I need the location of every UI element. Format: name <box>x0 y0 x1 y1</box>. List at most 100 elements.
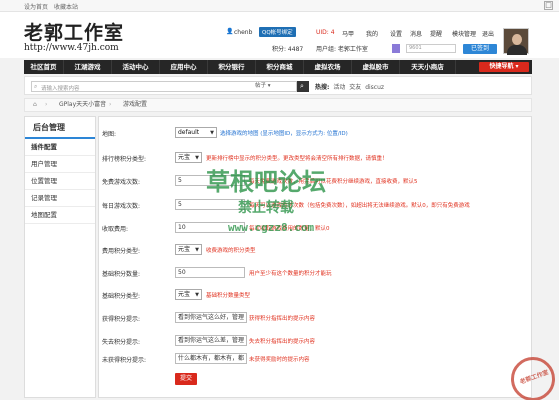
quick-nav-button[interactable]: 快捷导航 ▾ <box>479 62 529 72</box>
user-icon: 👤 <box>226 28 234 35</box>
nav-item-apps[interactable]: 应用中心 <box>160 60 208 74</box>
field-label: 费用积分类型: <box>102 248 141 255</box>
field-hint: 基础积分数量类型 <box>206 293 251 299</box>
hot-term[interactable]: 活动 <box>333 84 345 91</box>
search-icon: ⌕ <box>300 82 304 90</box>
form-row-rank-points-type: 排行榜积分类型: 元宝 ▼ 更新排行榜中显示的积分类型。更改类型将会清空所有排行数… <box>99 152 533 164</box>
username-link[interactable]: chenb <box>234 29 252 36</box>
menu-link-messages[interactable]: 消息 <box>410 29 422 38</box>
none-message-input[interactable]: 什么都木有，都木有，都 <box>175 353 247 364</box>
map-select[interactable]: default ▼ <box>175 127 217 138</box>
field-hint: 收费游戏的积分类型 <box>206 248 256 254</box>
field-label: 基础积分类型: <box>102 293 141 300</box>
nav-item-bank[interactable]: 积分银行 <box>208 60 256 74</box>
sidebar-item-record-manage[interactable]: 记录管理 <box>25 190 95 207</box>
chevron-down-icon: ▼ <box>195 292 199 298</box>
level-badge-icon <box>392 44 400 53</box>
field-hint: 获得积分指挥出的提示内容 <box>249 316 316 322</box>
site-url: http://www.47jh.com <box>24 43 119 53</box>
hot-term[interactable]: discuz <box>365 84 384 91</box>
nav-item-farm[interactable]: 虚拟农场 <box>304 60 352 74</box>
form-row-fee: 收取费用: 10 每次收取游戏费用的数量，默认0 <box>99 222 533 234</box>
nav-item-events[interactable]: 活动中心 <box>112 60 160 74</box>
menu-link-module-manage[interactable]: 模块管理 <box>452 29 476 38</box>
base-points-type-select[interactable]: 元宝 ▼ <box>175 289 202 300</box>
menu-link-reminders[interactable]: 提醒 <box>430 29 442 38</box>
search-type-select[interactable]: 帖子 ▾ <box>247 81 297 92</box>
menu-link-logout[interactable]: 退出 <box>482 29 494 38</box>
signin-button[interactable]: 已签到 <box>463 44 497 54</box>
sidebar-item-plugin-config[interactable]: 插件配置 <box>25 139 95 156</box>
bookmark-link[interactable]: 收藏本站 <box>54 2 78 11</box>
daily-plays-input[interactable]: 5 <box>175 199 245 210</box>
set-home-link[interactable]: 设为首页 <box>24 2 48 11</box>
submit-button[interactable]: 提交 <box>175 373 197 385</box>
field-label: 基础积分数量: <box>102 271 141 278</box>
search-button[interactable]: ⌕ <box>297 81 309 92</box>
form-row-lose-message: 失去积分提示: 看到你运气这么差，管理 失去积分指挥出的提示内容 <box>99 335 533 347</box>
top-strip: 设为首页 收藏本站 □ <box>0 0 559 12</box>
nav-item-store[interactable]: 天天小商店 <box>400 60 456 74</box>
avatar[interactable] <box>503 28 529 55</box>
breadcrumb: ⌂ › GPlay天天小富音 › 游戏配置 <box>24 98 532 112</box>
form-row-none-message: 未获得积分提示: 什么都木有，都木有，都 未获得奖励时的提示内容 <box>99 353 533 365</box>
form-row-fee-points-type: 费用积分类型: 元宝 ▼ 收费游戏的积分类型 <box>99 244 533 256</box>
base-points-input[interactable]: 50 <box>175 267 245 278</box>
uid-label: UID: 4 <box>316 29 335 36</box>
sidebar-item-map-config[interactable]: 地图配置 <box>25 207 95 224</box>
signin-input[interactable]: 9601 <box>406 44 456 53</box>
form-row-free-plays: 免费游戏次数: 5 每天免费游戏次数，用完后可以花费积分继续游戏，直接收费，默认… <box>99 175 533 187</box>
hot-search: 热搜: 活动 交友 discuz <box>315 84 385 91</box>
fee-points-type-select[interactable]: 元宝 ▼ <box>175 244 202 255</box>
home-icon[interactable]: ⌂ <box>33 99 37 111</box>
fee-input[interactable]: 10 <box>175 222 245 233</box>
nav-item-home[interactable]: 社区首页 <box>24 60 64 74</box>
nav-item-stocks[interactable]: 虚拟股市 <box>352 60 400 74</box>
field-hint: 失去积分指挥出的提示内容 <box>249 339 316 345</box>
field-label: 未获得积分提示: <box>102 357 147 364</box>
qq-bind-button[interactable]: QQ帐号绑定 <box>259 27 296 37</box>
rank-points-type-select[interactable]: 元宝 ▼ <box>175 152 202 163</box>
field-label: 排行榜积分类型: <box>102 156 147 163</box>
win-message-input[interactable]: 看到你运气这么好，管理 <box>175 312 247 323</box>
nav-item-games[interactable]: 江湖游戏 <box>64 60 112 74</box>
config-form: 地图: default ▼ 选择游戏的地图 (显示地图ID，显示方式为: 位置/I… <box>98 116 532 398</box>
field-label: 每日游戏次数: <box>102 203 141 210</box>
breadcrumb-item[interactable]: GPlay天天小富音 <box>59 99 106 111</box>
sidebar-item-user-manage[interactable]: 用户管理 <box>25 156 95 173</box>
field-label: 免费游戏次数: <box>102 179 141 186</box>
field-hint: 用户至少有这个数量的积分才能玩 <box>249 271 332 277</box>
form-row-daily-plays: 每日游戏次数: 5 每天可以游戏的总次数（包括免费次数），如超出将无法继续游戏。… <box>99 199 533 211</box>
search-input[interactable]: ⌕ 请输入搜索内容 <box>31 81 271 92</box>
hot-term[interactable]: 交友 <box>349 84 361 91</box>
chevron-down-icon: ▼ <box>195 247 199 253</box>
form-row-base-points: 基础积分数量: 50 用户至少有这个数量的积分才能玩 <box>99 267 533 279</box>
site-logo[interactable]: 老郭工作室 <box>24 18 124 45</box>
menu-link-settings[interactable]: 设置 <box>390 29 402 38</box>
menu-link-mine[interactable]: 我的 <box>366 29 378 38</box>
search-bar: ⌕ 请输入搜索内容 帖子 ▾ ⌕ 热搜: 活动 交友 discuz <box>24 76 532 95</box>
chevron-down-icon: ▼ <box>195 155 199 161</box>
site-header: 老郭工作室 http://www.47jh.com 👤 chenb QQ帐号绑定… <box>0 12 559 58</box>
form-row-map: 地图: default ▼ 选择游戏的地图 (显示地图ID，显示方式为: 位置/I… <box>99 127 533 139</box>
form-row-base-points-type: 基础积分类型: 元宝 ▼ 基础积分数量类型 <box>99 289 533 301</box>
sidebar-title: 后台管理 <box>25 117 95 139</box>
search-icon: ⌕ <box>34 83 38 90</box>
lose-message-input[interactable]: 看到你运气这么差，管理 <box>175 335 247 346</box>
free-plays-input[interactable]: 5 <box>175 175 245 186</box>
field-hint: 未获得奖励时的提示内容 <box>249 357 310 363</box>
field-label: 收取费用: <box>102 226 129 233</box>
chevron-down-icon: ▼ <box>210 130 214 136</box>
menu-link-vest[interactable]: 马甲 <box>342 29 354 38</box>
breadcrumb-item[interactable]: 游戏配置 <box>123 99 147 111</box>
studio-stamp: 老郭工作室 <box>511 357 555 400</box>
sidebar-item-position-manage[interactable]: 位置管理 <box>25 173 95 190</box>
field-label: 获得积分提示: <box>102 316 141 323</box>
points-label[interactable]: 积分: 4487 <box>272 44 303 53</box>
search-placeholder: 请输入搜索内容 <box>41 86 80 92</box>
nav-item-shop[interactable]: 积分商城 <box>256 60 304 74</box>
window-toggle-icon[interactable]: □ <box>544 1 553 10</box>
breadcrumb-separator: › <box>109 101 112 108</box>
field-hint: 更新排行榜中显示的积分类型。更改类型将会清空所有排行数据，请慎重！ <box>206 156 388 162</box>
field-label: 地图: <box>102 131 117 138</box>
